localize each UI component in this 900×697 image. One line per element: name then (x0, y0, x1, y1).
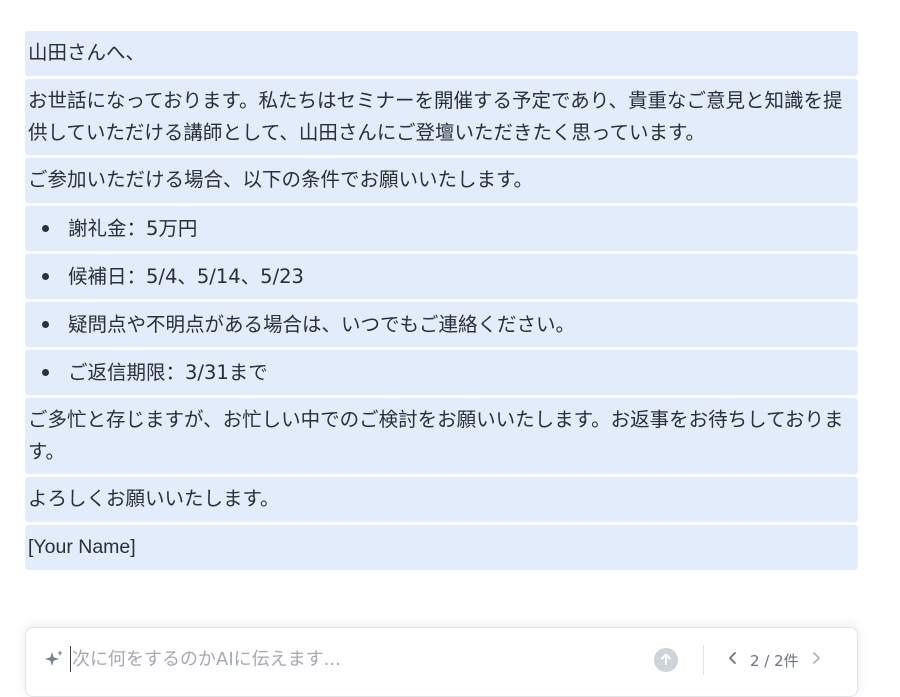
regards-text: よろしくお願いいたします。 (28, 487, 280, 510)
bullet-item-dates[interactable]: 候補日：5/4、5/14、5/23 (25, 254, 858, 299)
ai-prompt-input[interactable] (72, 642, 632, 676)
bullet-text: 候補日：5/4、5/14、5/23 (68, 264, 304, 288)
greeting-text: 山田さんへ、 (28, 41, 146, 64)
send-button[interactable] (654, 648, 678, 672)
chevron-right-icon (811, 651, 821, 669)
previous-response-button[interactable] (724, 646, 742, 674)
regards-block[interactable]: よろしくお願いいたします。 (25, 477, 858, 522)
greeting-block[interactable]: 山田さんへ、 (25, 31, 858, 76)
bullet-item-questions[interactable]: 疑問点や不明点がある場合は、いつでもご連絡ください。 (25, 302, 858, 347)
response-count: 2 / 2件 (750, 651, 799, 670)
bullet-text: 疑問点や不明点がある場合は、いつでもご連絡ください。 (68, 312, 576, 336)
bullet-item-deadline[interactable]: ご返信期限：3/31まで (25, 350, 858, 395)
ai-prompt-bar: 2 / 2件 (25, 627, 858, 697)
signature-block[interactable]: [Your Name] (25, 525, 858, 570)
conditions-lead-text: ご参加いただける場合、以下の条件でお願いいたします。 (28, 168, 534, 191)
signature-text: [Your Name] (28, 536, 136, 558)
arrow-up-icon (659, 651, 673, 670)
bullet-dot-icon (42, 321, 49, 328)
bullet-dot-icon (42, 369, 49, 376)
sparkle-icon (43, 648, 65, 670)
toolbar-divider (703, 645, 704, 675)
chevron-left-icon (728, 651, 738, 669)
bullet-dot-icon (42, 273, 49, 280)
intro-text: お世話になっております。私たちはセミナーを開催する予定であり、貴重なご意見と知識… (28, 89, 843, 144)
bullet-text: ご返信期限：3/31まで (68, 360, 268, 384)
intro-paragraph-block[interactable]: お世話になっております。私たちはセミナーを開催する予定であり、貴重なご意見と知識… (25, 79, 858, 155)
closing-paragraph-block[interactable]: ご多忙と存じますが、お忙しい中でのご検討をお願いいたします。お返事をお待ちしてお… (25, 398, 858, 474)
bullet-dot-icon (42, 225, 49, 232)
document-body: 山田さんへ、 お世話になっております。私たちはセミナーを開催する予定であり、貴重… (25, 31, 858, 573)
text-cursor (70, 646, 71, 672)
bullet-item-fee[interactable]: 謝礼金：5万円 (25, 206, 858, 251)
bullet-text: 謝礼金：5万円 (68, 216, 198, 240)
next-response-button[interactable] (807, 646, 825, 674)
conditions-lead-block[interactable]: ご参加いただける場合、以下の条件でお願いいたします。 (25, 158, 858, 203)
response-pager: 2 / 2件 (724, 646, 825, 674)
closing-text: ご多忙と存じますが、お忙しい中でのご検討をお願いいたします。お返事をお待ちしてお… (28, 408, 844, 463)
